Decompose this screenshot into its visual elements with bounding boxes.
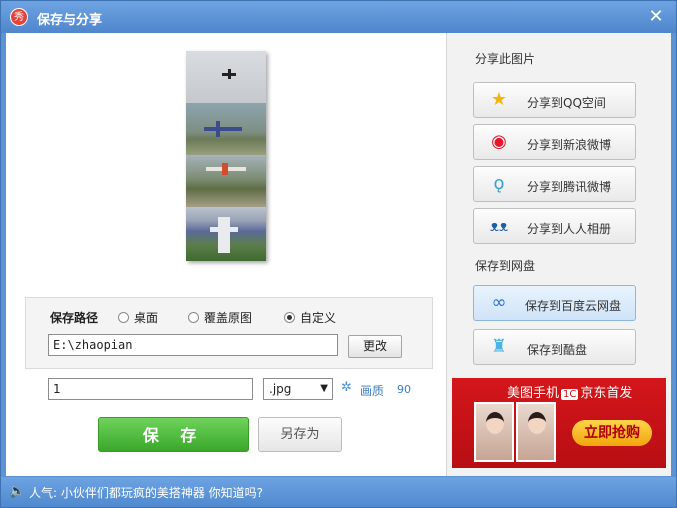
ad-headline: 美图手机 1C 京东首发 [507,382,632,401]
preview-frame-4 [186,207,266,261]
file-name-input[interactable]: 1 [48,378,253,400]
image-preview [186,51,266,261]
save-kupan-button[interactable]: ♜ 保存到酷盘 [473,329,636,365]
ad-buy-button[interactable]: 立即抢购 [572,420,652,446]
save-as-button[interactable]: 另存为 [258,417,342,452]
tencent-weibo-icon: ǫ [493,173,505,194]
radio-custom[interactable]: 自定义 [284,309,336,326]
baidu-cloud-icon: ∞ [491,292,507,313]
share-qzone-button[interactable]: ★ 分享到QQ空间 [473,82,636,118]
quality-value: 90 [397,383,411,396]
share-qzone-label: 分享到QQ空间 [527,96,606,110]
ad-photo [516,402,556,462]
save-panel: 保存路径 桌面 覆盖原图 自定义 E:\zhaopian 更改 1 .jpg ▼… [6,33,446,476]
renren-icon: ᴥᴥ [489,217,509,235]
close-button[interactable]: ✕ [645,7,667,27]
radio-indicator-selected [284,312,295,323]
ad-title-part2: 京东首发 [580,386,633,401]
save-share-window: 秀 保存与分享 ✕ 保存路径 桌面 覆盖原图 自定义 E:\zhaopian 更… [0,0,677,508]
radio-indicator [118,312,129,323]
qzone-star-icon: ★ [490,89,508,110]
chevron-down-icon: ▼ [320,383,328,394]
status-bar: 🔈 人气: 小伙伴们都玩疯的美搭神器 你知道吗? [1,477,676,507]
title-bar: 秀 保存与分享 ✕ [1,1,676,33]
preview-frame-3 [186,155,266,207]
ad-banner[interactable]: 美图手机 1C 京东首发 立即抢购 [452,378,666,468]
preview-frame-1 [186,51,266,103]
share-sina-label: 分享到新浪微博 [527,138,612,152]
status-message[interactable]: 人气: 小伙伴们都玩疯的美搭神器 你知道吗? [29,484,263,501]
radio-custom-label: 自定义 [300,311,337,325]
share-tencent-label: 分享到腾讯微博 [527,180,612,194]
share-renren-button[interactable]: ᴥᴥ 分享到人人相册 [473,208,636,244]
radio-desktop[interactable]: 桌面 [118,309,158,326]
save-path-group: 保存路径 桌面 覆盖原图 自定义 E:\zhaopian 更改 [25,297,433,369]
sina-weibo-icon: ◉ [491,131,507,152]
change-path-button[interactable]: 更改 [348,335,402,358]
share-section-label: 分享此图片 [475,52,536,66]
ad-photo [474,402,514,462]
app-logo: 秀 [10,8,28,26]
ad-badge: 1C [561,389,579,400]
save-button[interactable]: 保 存 [98,417,249,452]
save-baidu-cloud-button[interactable]: ∞ 保存到百度云网盘 [473,285,636,321]
format-select[interactable]: .jpg ▼ [263,378,333,400]
save-path-input[interactable]: E:\zhaopian [48,334,338,356]
dialog-content: 保存路径 桌面 覆盖原图 自定义 E:\zhaopian 更改 1 .jpg ▼… [6,33,671,476]
share-tencent-weibo-button[interactable]: ǫ 分享到腾讯微博 [473,166,636,202]
share-sina-weibo-button[interactable]: ◉ 分享到新浪微博 [473,124,636,160]
save-baidu-label: 保存到百度云网盘 [525,299,622,313]
save-kupan-label: 保存到酷盘 [527,343,588,357]
share-renren-label: 分享到人人相册 [527,222,612,236]
format-value: .jpg [269,382,292,396]
radio-overwrite-label: 覆盖原图 [204,311,253,325]
share-panel: 分享此图片 ★ 分享到QQ空间 ◉ 分享到新浪微博 ǫ 分享到腾讯微博 ᴥᴥ 分… [446,33,671,476]
ad-title-part1: 美图手机 [507,386,560,401]
cloud-section-label: 保存到网盘 [475,259,536,273]
gear-icon[interactable]: ✲ [341,380,352,395]
radio-desktop-label: 桌面 [134,311,159,325]
quality-link[interactable]: 画质 [360,382,384,399]
window-title: 保存与分享 [37,13,103,28]
radio-overwrite[interactable]: 覆盖原图 [188,309,252,326]
speaker-icon: 🔈 [9,484,26,499]
radio-indicator [188,312,199,323]
kupan-icon: ♜ [490,336,508,357]
save-path-label: 保存路径 [50,311,99,325]
preview-frame-2 [186,103,266,155]
